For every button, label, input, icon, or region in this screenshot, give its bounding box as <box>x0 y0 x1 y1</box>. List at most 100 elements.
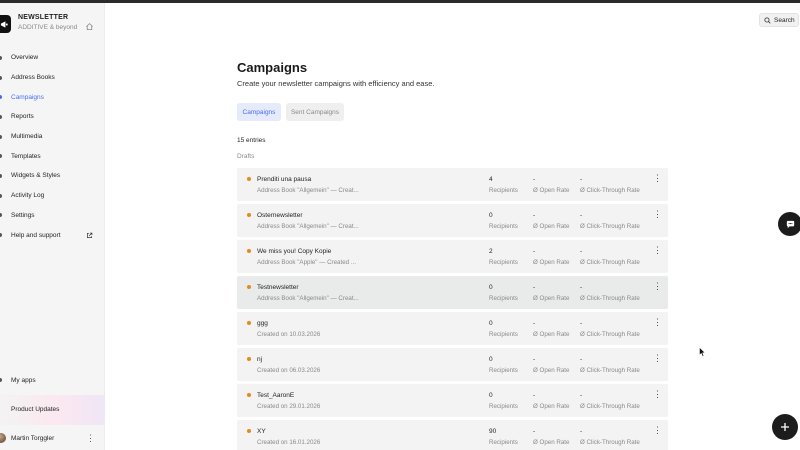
recipients-label: Recipients <box>489 439 518 446</box>
list-item[interactable]: We miss you! Copy Kopie Address Book "Ap… <box>237 240 668 273</box>
tab-sent-campaigns[interactable]: Sent Campaigns <box>286 103 344 121</box>
sidebar-item-help-support[interactable]: Help and support <box>0 225 105 245</box>
section-label-drafts: Drafts <box>237 153 255 160</box>
tab-campaigns[interactable]: Campaigns <box>237 103 281 121</box>
open-rate-value: - <box>533 428 536 435</box>
ctr-label: Ø Click-Through Rate <box>580 259 640 266</box>
open-rate-label: Ø Open Rate <box>533 367 570 374</box>
plus-icon <box>781 423 789 431</box>
campaign-name: Osternewsletter <box>257 212 303 219</box>
product-updates-label: Product Updates <box>11 406 60 413</box>
sidebar-item-reports[interactable]: Reports <box>0 107 105 127</box>
campaign-name: ggg <box>257 320 268 327</box>
ctr-value: - <box>580 320 583 327</box>
campaign-name: nj <box>257 356 263 363</box>
nav-bullet-icon <box>0 193 2 198</box>
row-menu-kebab-icon[interactable]: ⋮ <box>653 282 662 291</box>
nav-bullet-icon <box>0 233 2 238</box>
kebab-icon[interactable]: ⋮ <box>86 433 95 443</box>
sidebar-item-activity-log[interactable]: Activity Log <box>0 186 105 206</box>
ctr-value: - <box>580 392 583 399</box>
ctr-label: Ø Click-Through Rate <box>580 439 640 446</box>
campaign-name: Test_AaronE <box>257 392 295 399</box>
user-profile[interactable]: Martin Torggler ⋮ <box>0 427 105 449</box>
row-menu-kebab-icon[interactable]: ⋮ <box>653 210 662 219</box>
row-menu-kebab-icon[interactable]: ⋮ <box>653 174 662 183</box>
draft-status-dot <box>247 321 251 325</box>
sidebar-item-label: Widgets & Styles <box>11 172 61 180</box>
open-rate-label: Ø Open Rate <box>533 439 570 446</box>
row-menu-kebab-icon[interactable]: ⋮ <box>653 318 662 327</box>
campaign-name: XY <box>257 428 266 435</box>
home-icon[interactable] <box>85 22 94 31</box>
campaign-meta: Address Book "Allgemein" — Creat... <box>257 223 359 230</box>
campaign-meta: Created on 29.01.2026 <box>257 403 321 410</box>
campaign-name: Prenditi una pausa <box>257 176 312 183</box>
sidebar-item-address-books[interactable]: Address Books <box>0 68 105 88</box>
nav-bullet-icon <box>0 173 2 178</box>
sidebar-item-my-apps[interactable]: My apps <box>0 371 105 389</box>
list-item[interactable]: XY Created on 16.01.2026 90 Recipients -… <box>237 420 668 450</box>
list-item[interactable]: nj Created on 06.03.2026 0 Recipients - … <box>237 348 668 381</box>
draft-status-dot <box>247 285 251 289</box>
megaphone-icon <box>0 15 11 33</box>
nav-bullet-icon <box>0 134 2 139</box>
ctr-value: - <box>580 284 583 291</box>
list-item[interactable]: ggg Created on 10.03.2026 0 Recipients -… <box>237 312 668 345</box>
recipients-count: 90 <box>489 428 497 435</box>
sidebar-item-campaigns[interactable]: Campaigns <box>0 87 105 107</box>
list-item[interactable]: Testnewsletter Address Book "Allgemein" … <box>237 276 668 309</box>
ctr-value: - <box>580 212 583 219</box>
recipients-label: Recipients <box>489 259 518 266</box>
sidebar-item-multimedia[interactable]: Multimedia <box>0 127 105 147</box>
recipients-label: Recipients <box>489 295 518 302</box>
draft-status-dot <box>247 393 251 397</box>
list-item[interactable]: Prenditi una pausa Address Book "Allgeme… <box>237 168 668 201</box>
sidebar-item-settings[interactable]: Settings <box>0 206 105 226</box>
recipients-count: 2 <box>489 248 493 255</box>
app-title: NEWSLETTER <box>18 14 69 21</box>
row-menu-kebab-icon[interactable]: ⋮ <box>653 426 662 435</box>
ctr-label: Ø Click-Through Rate <box>580 295 640 302</box>
row-menu-kebab-icon[interactable]: ⋮ <box>653 390 662 399</box>
ctr-label: Ø Click-Through Rate <box>580 223 640 230</box>
search-icon <box>764 17 771 24</box>
row-menu-kebab-icon[interactable]: ⋮ <box>653 246 662 255</box>
sidebar-item-widgets-styles[interactable]: Widgets & Styles <box>0 166 105 186</box>
draft-status-dot <box>247 249 251 253</box>
nav-bullet-icon <box>0 213 2 218</box>
recipients-count: 0 <box>489 392 493 399</box>
sidebar-item-label: Address Books <box>11 74 55 82</box>
app-subtitle: ADDITIVE & beyond <box>18 24 78 31</box>
row-menu-kebab-icon[interactable]: ⋮ <box>653 354 662 363</box>
open-rate-label: Ø Open Rate <box>533 223 570 230</box>
list-item[interactable]: Test_AaronE Created on 29.01.2026 0 Reci… <box>237 384 668 417</box>
open-rate-value: - <box>533 212 536 219</box>
ctr-value: - <box>580 428 583 435</box>
ctr-value: - <box>580 356 583 363</box>
open-rate-label: Ø Open Rate <box>533 403 570 410</box>
page-title: Campaigns <box>237 60 308 75</box>
sidebar-item-overview[interactable]: Overview <box>0 48 105 68</box>
chat-button[interactable] <box>778 212 800 236</box>
sidebar-item-templates[interactable]: Templates <box>0 146 105 166</box>
nav-bullet-icon <box>0 75 2 80</box>
sidebar-nav: Overview Address Books Campaigns Reports… <box>0 48 105 245</box>
recipients-count: 0 <box>489 212 493 219</box>
open-rate-label: Ø Open Rate <box>533 331 570 338</box>
search-button[interactable]: Search <box>759 13 799 27</box>
ctr-label: Ø Click-Through Rate <box>580 187 640 194</box>
sidebar-item-label: My apps <box>11 376 36 384</box>
product-updates-banner[interactable]: Product Updates <box>0 395 105 425</box>
open-rate-label: Ø Open Rate <box>533 259 570 266</box>
recipients-label: Recipients <box>489 187 518 194</box>
open-rate-value: - <box>533 320 536 327</box>
app-brand[interactable]: NEWSLETTER ADDITIVE & beyond <box>0 13 105 41</box>
list-item[interactable]: Osternewsletter Address Book "Allgemein"… <box>237 204 668 237</box>
add-campaign-button[interactable] <box>772 414 798 440</box>
campaign-meta: Created on 10.03.2026 <box>257 331 321 338</box>
sidebar: NEWSLETTER ADDITIVE & beyond Overview Ad… <box>0 3 105 450</box>
avatar <box>0 433 6 443</box>
sidebar-item-label: Overview <box>11 54 39 62</box>
recipients-label: Recipients <box>489 403 518 410</box>
